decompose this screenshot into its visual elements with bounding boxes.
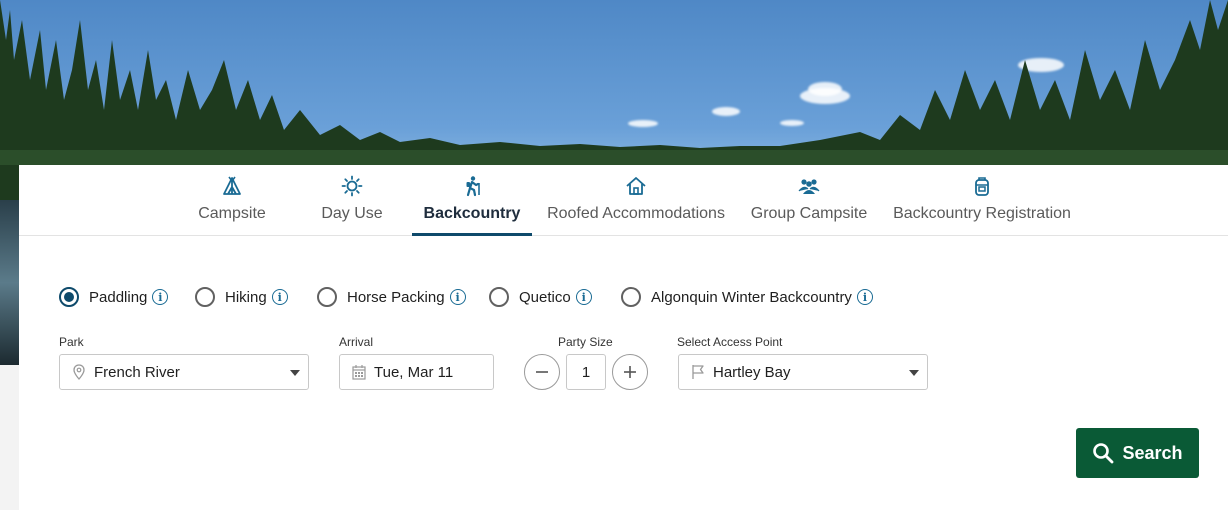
- tab-group-campsite[interactable]: Group Campsite: [745, 165, 873, 236]
- info-icon[interactable]: i: [449, 289, 466, 305]
- arrival-label: Arrival: [339, 335, 374, 349]
- tab-backcountry[interactable]: Backcountry: [412, 165, 532, 236]
- search-label: Search: [1122, 442, 1183, 463]
- access-point-select[interactable]: Hartley Bay: [678, 354, 928, 390]
- house-icon: [626, 177, 646, 195]
- backpack-icon: [975, 177, 989, 196]
- radio-label: Hiking: [225, 288, 267, 306]
- tab-label: Roofed Accommodations: [547, 205, 725, 222]
- radio-label: Algonquin Winter Backcountry: [651, 288, 852, 306]
- decrease-party-button[interactable]: [524, 354, 560, 390]
- info-icon[interactable]: i: [152, 289, 169, 305]
- tab-day-use[interactable]: Day Use: [302, 165, 402, 236]
- park-select[interactable]: French River: [59, 354, 309, 390]
- hiker-icon: [466, 176, 480, 197]
- info-icon[interactable]: i: [856, 289, 873, 305]
- radio-paddling[interactable]: Paddling i: [59, 285, 169, 309]
- tab-label: Backcountry: [423, 205, 521, 222]
- arrival-value: Tue, Mar 11: [374, 363, 454, 381]
- tab-label: Day Use: [321, 205, 383, 222]
- access-point-label: Select Access Point: [677, 335, 783, 349]
- radio-label: Quetico: [519, 288, 571, 306]
- arrival-date-input[interactable]: Tue, Mar 11: [339, 354, 494, 390]
- radio-quetico[interactable]: Quetico i: [489, 285, 592, 309]
- flag-icon: [692, 365, 704, 379]
- tab-backcountry-registration[interactable]: Backcountry Registration: [887, 165, 1077, 236]
- group-icon: [798, 179, 820, 194]
- radio-hiking[interactable]: Hiking i: [195, 285, 288, 309]
- radio-button[interactable]: [621, 287, 641, 307]
- info-icon[interactable]: i: [575, 289, 592, 305]
- map-pin-icon: [73, 364, 85, 380]
- calendar-icon: [352, 365, 366, 380]
- radio-button[interactable]: [317, 287, 337, 307]
- page-background: [0, 365, 19, 510]
- access-point-value: Hartley Bay: [713, 363, 791, 381]
- radio-label: Horse Packing: [347, 288, 445, 306]
- search-icon: [1093, 443, 1114, 464]
- park-label: Park: [59, 335, 84, 349]
- info-icon[interactable]: i: [271, 289, 288, 305]
- tab-label: Backcountry Registration: [893, 205, 1071, 222]
- radio-label: Paddling: [89, 288, 148, 306]
- tab-label: Campsite: [198, 205, 266, 222]
- radio-horse-packing[interactable]: Horse Packing i: [317, 285, 466, 309]
- reservation-type-tabs: Campsite Day Use Backcountry Roofed Acco…: [19, 165, 1228, 236]
- sun-icon: [341, 175, 363, 197]
- chevron-down-icon: [290, 370, 300, 376]
- tent-icon: [223, 176, 241, 195]
- tab-roofed-accommodations[interactable]: Roofed Accommodations: [542, 165, 730, 236]
- party-size-label: Party Size: [558, 335, 613, 349]
- plus-icon: [624, 366, 636, 378]
- radio-algonquin-winter-backcountry[interactable]: Algonquin Winter Backcountry i: [621, 285, 873, 309]
- search-button[interactable]: Search: [1076, 428, 1199, 478]
- chevron-down-icon: [909, 370, 919, 376]
- party-size-input[interactable]: 1: [566, 354, 606, 390]
- tab-campsite[interactable]: Campsite: [182, 165, 282, 236]
- tab-label: Group Campsite: [750, 205, 868, 222]
- booking-card: Campsite Day Use Backcountry Roofed Acco…: [19, 165, 1228, 510]
- radio-button[interactable]: [59, 287, 79, 307]
- radio-button[interactable]: [489, 287, 509, 307]
- minus-icon: [536, 371, 548, 373]
- radio-button[interactable]: [195, 287, 215, 307]
- park-value: French River: [94, 363, 180, 381]
- increase-party-button[interactable]: [612, 354, 648, 390]
